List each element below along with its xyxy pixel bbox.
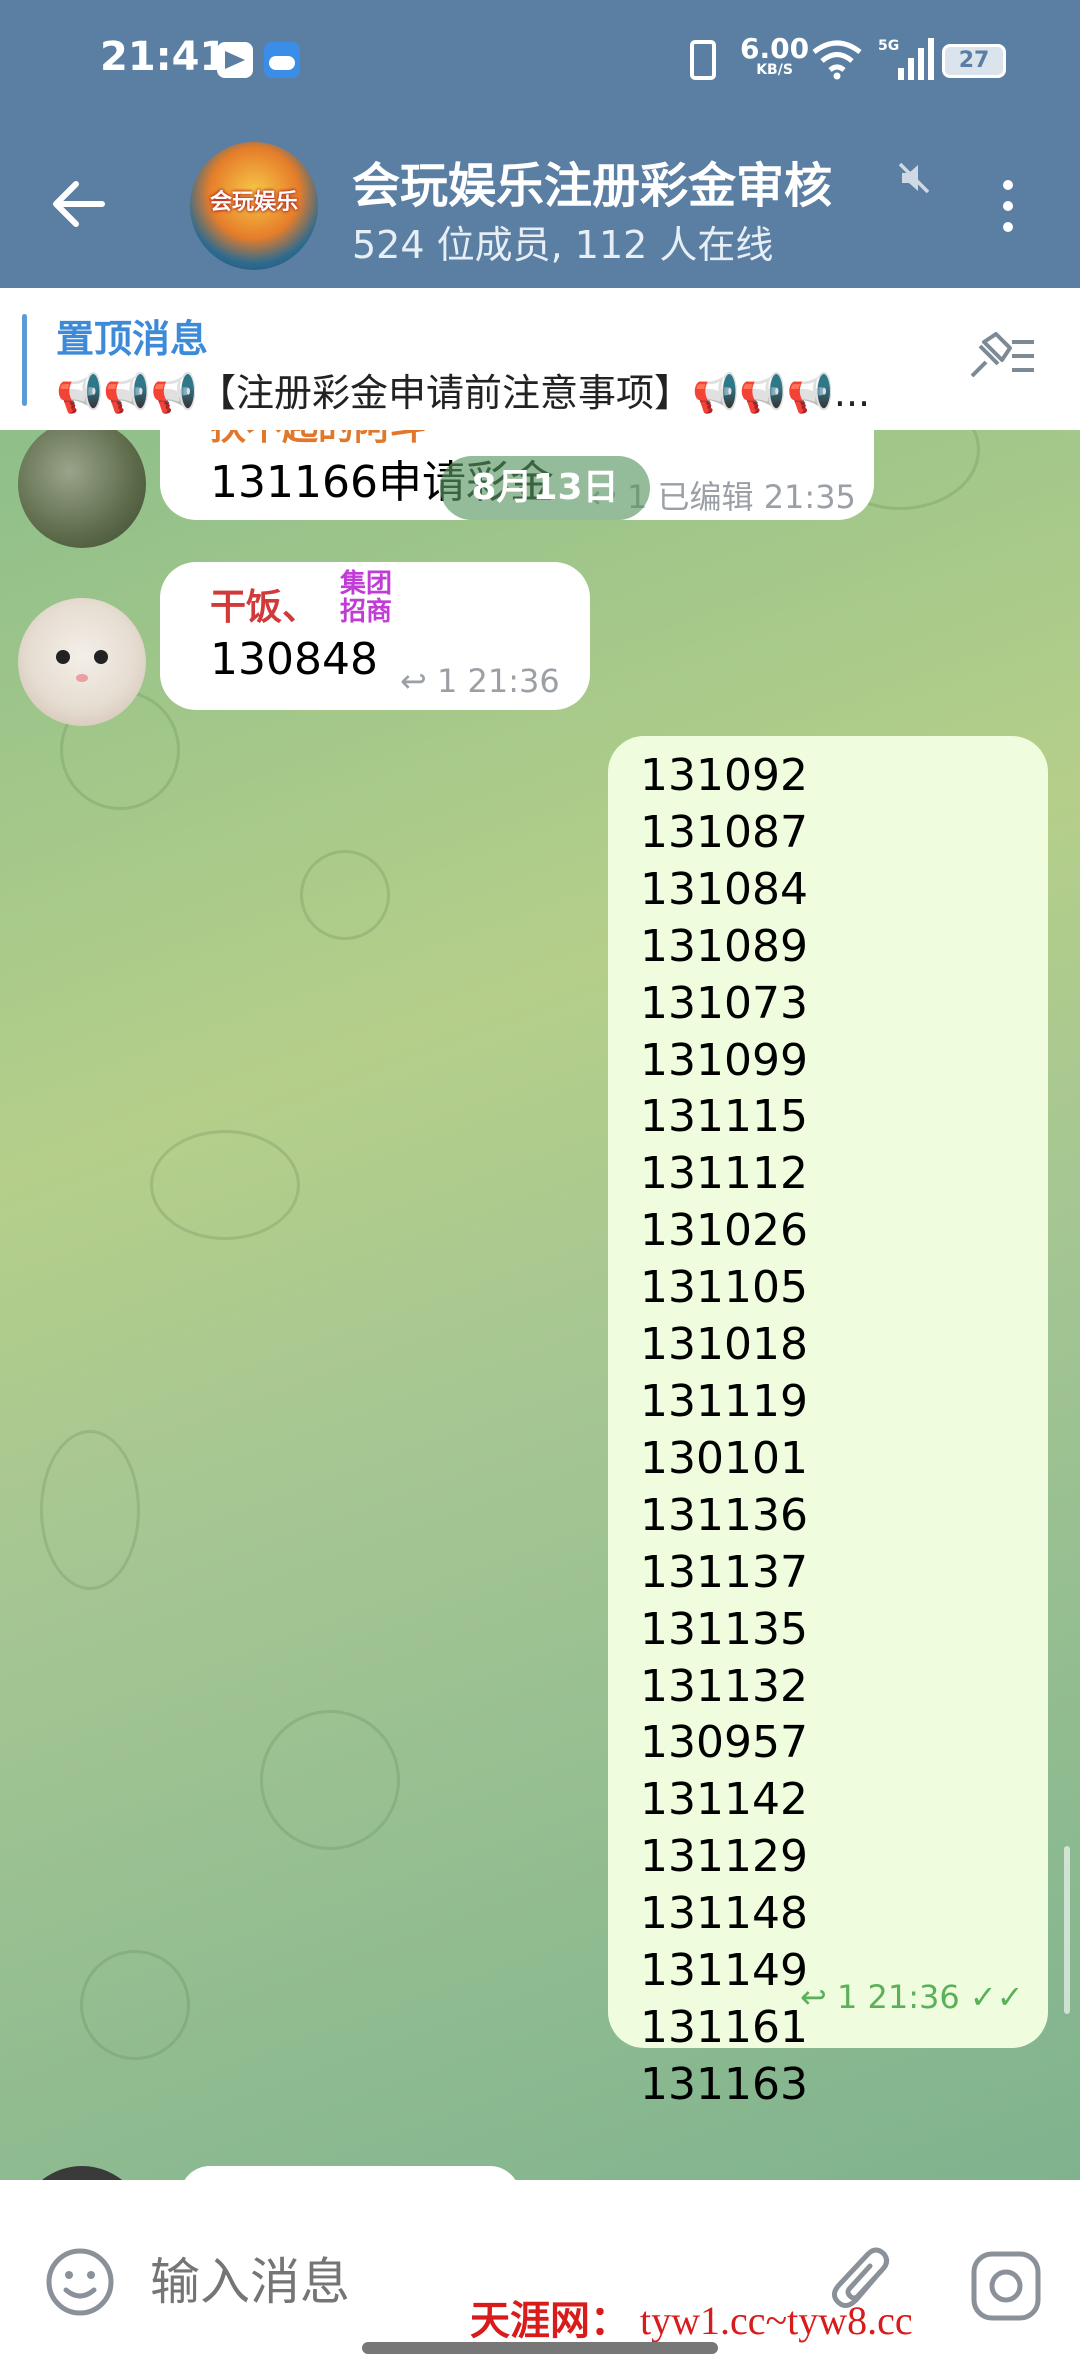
background-doodle xyxy=(260,1710,400,1850)
message-bubble[interactable]: 干饭、 集团 招商 130848 ↩ 1 21:36 xyxy=(160,562,590,710)
message-bubble[interactable] xyxy=(180,2166,520,2180)
reply-icon: ↩ xyxy=(400,662,427,700)
network-speed: 6.00 KB/S xyxy=(740,35,809,79)
date-chip: 8月13日 xyxy=(440,456,650,520)
back-arrow-icon[interactable] xyxy=(48,174,108,234)
watermark: 天涯网： tyw1.cc~tyw8.cc xyxy=(470,2288,913,2346)
outgoing-number-line: 131161 xyxy=(640,2001,808,2053)
message-text: 130848 xyxy=(210,634,378,685)
member-count: 524 位成员, 112 人在线 xyxy=(352,223,774,267)
telegram-notification-icon xyxy=(217,42,253,78)
message-meta: ↩ 1 21:36 ✓✓ xyxy=(800,1978,1024,2016)
pinned-text: 📢📢📢【注册彩金申请前注意事项】📢📢📢... xyxy=(56,371,871,415)
more-options-icon[interactable] xyxy=(990,176,1026,236)
background-doodle xyxy=(40,1430,140,1590)
wifi-icon xyxy=(812,40,862,80)
read-double-check-icon: ✓✓ xyxy=(969,1978,1024,2016)
member-badge-line: 招商 xyxy=(340,597,393,627)
outgoing-message-text: 131092 131087 131084 131089 131073 131099 1311… xyxy=(640,748,808,2114)
member-badge-line: 集团 xyxy=(340,569,393,599)
status-time: 21:41 xyxy=(100,34,228,80)
home-indicator[interactable] xyxy=(362,2342,718,2354)
group-avatar[interactable]: 会玩娱乐 xyxy=(190,142,318,270)
outgoing-number-line: 131084 xyxy=(640,863,808,915)
outgoing-number-line: 131089 xyxy=(640,920,808,972)
outgoing-number-line: 131018 xyxy=(640,1319,808,1371)
outgoing-number-line: 130101 xyxy=(640,1432,808,1484)
message-composer: 天涯网： tyw1.cc~tyw8.cc xyxy=(0,2180,1080,2374)
background-doodle xyxy=(80,1950,190,2060)
cellular-signal-icon: 5G xyxy=(878,38,934,82)
outgoing-number-line: 130957 xyxy=(640,1717,808,1769)
outgoing-number-line: 131129 xyxy=(640,1831,808,1883)
message-time: 1 21:36 xyxy=(836,1978,960,2016)
outgoing-number-line: 131087 xyxy=(640,806,808,858)
outgoing-number-line: 131026 xyxy=(640,1205,808,1257)
chat-scrollbar[interactable] xyxy=(1064,1846,1070,2014)
outgoing-number-line: 131136 xyxy=(640,1489,808,1541)
outgoing-number-line: 131119 xyxy=(640,1375,808,1427)
battery-indicator: 27 xyxy=(942,44,1006,78)
weather-notification-icon xyxy=(264,42,300,78)
message-time: 1 已编辑 21:35 xyxy=(626,478,856,516)
background-doodle xyxy=(150,1130,300,1240)
message-time: 1 21:36 xyxy=(436,662,560,700)
outgoing-number-line: 131163 xyxy=(640,2058,808,2110)
message-sender[interactable]: 干饭、 xyxy=(210,587,318,628)
emoji-icon[interactable] xyxy=(44,2246,116,2318)
status-bar: 21:41 6.00 KB/S 5G 27 xyxy=(0,0,1080,120)
pin-list-icon[interactable] xyxy=(966,324,1038,388)
reply-icon: ↩ xyxy=(800,1978,827,2016)
outgoing-number-line: 131135 xyxy=(640,1603,808,1655)
outgoing-message-bubble[interactable]: 131092 131087 131084 131089 131073 131099 1311… xyxy=(608,736,1048,2110)
watermark-site: tyw1.cc~tyw8.cc xyxy=(640,2298,913,2343)
message-meta: ↩ 1 21:36 xyxy=(400,662,560,700)
member-badge: 集团 招商 xyxy=(340,570,392,626)
chat-messages[interactable]: 扶不起的阿斗 131166申请彩金 ↩ 1 已编辑 21:35 8月13日 干饭… xyxy=(0,430,1080,2180)
outgoing-number-line: 131073 xyxy=(640,977,808,1029)
vibrate-icon xyxy=(690,40,716,80)
outgoing-number-line: 131105 xyxy=(640,1262,808,1314)
muted-icon xyxy=(898,162,930,194)
chat-header: 会玩娱乐 会玩娱乐注册彩金审核 524 位成员, 112 人在线 xyxy=(0,120,1080,288)
pinned-title: 置顶消息 xyxy=(56,317,209,361)
group-title[interactable]: 会玩娱乐注册彩金审核 xyxy=(352,146,912,216)
camera-icon[interactable] xyxy=(970,2250,1042,2322)
group-avatar-logo: 会玩娱乐 xyxy=(209,190,298,215)
outgoing-number-line: 131132 xyxy=(640,1660,808,1712)
avatar[interactable] xyxy=(18,2166,146,2180)
outgoing-number-line: 131149 xyxy=(640,1945,808,1997)
outgoing-number-line: 131115 xyxy=(640,1091,808,1143)
background-doodle xyxy=(300,850,390,940)
outgoing-number-line: 131148 xyxy=(640,1888,808,1940)
outgoing-number-line: 131092 xyxy=(640,750,808,801)
network-speed-value: 6.00 xyxy=(740,32,810,65)
avatar[interactable] xyxy=(18,598,146,726)
outgoing-number-line: 131142 xyxy=(640,1774,808,1826)
pinned-indicator xyxy=(22,314,27,406)
message-sender-row: 干饭、 xyxy=(210,578,318,630)
outgoing-number-line: 131099 xyxy=(640,1034,808,1086)
watermark-name: 天涯网： xyxy=(470,2298,630,2343)
outgoing-number-line: 131112 xyxy=(640,1148,808,1200)
avatar[interactable] xyxy=(18,430,146,548)
outgoing-number-line: 131137 xyxy=(640,1546,808,1598)
pinned-message-bar[interactable]: 置顶消息 📢📢📢【注册彩金申请前注意事项】📢📢📢... xyxy=(0,288,1080,430)
